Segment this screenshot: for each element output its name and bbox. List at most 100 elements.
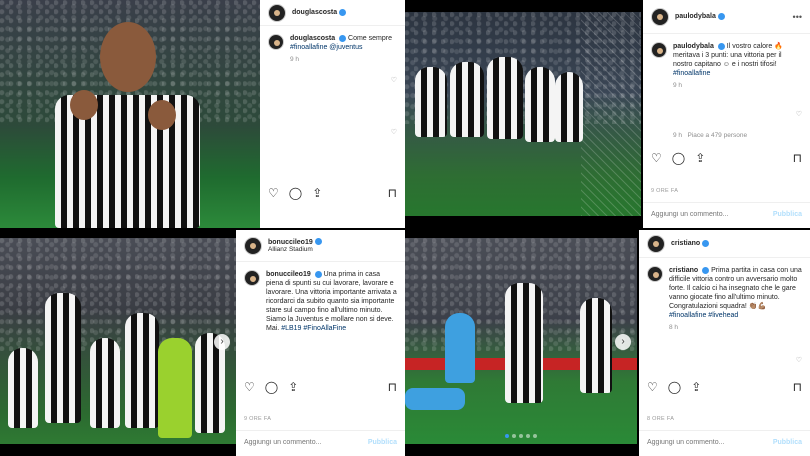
comment-box: Pubblica [236, 430, 405, 454]
verified-icon [339, 9, 347, 16]
carousel-dot [533, 434, 537, 438]
comment-like-heart-icon[interactable]: ♡ [391, 76, 397, 84]
opponent-figure [405, 388, 465, 410]
carousel-dot [505, 434, 509, 438]
verified-icon [702, 240, 710, 247]
avatar[interactable] [244, 270, 260, 286]
caption-tags[interactable]: #LB19 #FinoAllaFine [281, 325, 346, 332]
share-icon[interactable]: ⇪ [312, 186, 322, 200]
username[interactable]: douglascosta [292, 9, 337, 16]
comment-input[interactable] [244, 439, 368, 446]
publish-button[interactable]: Pubblica [773, 211, 802, 218]
caption-username[interactable]: douglascosta [290, 35, 335, 42]
caption: douglascosta Come sempre #finoallafine @… [290, 34, 392, 52]
verified-icon [717, 42, 725, 50]
comment-like-heart-icon[interactable]: ♡ [796, 356, 802, 364]
post-panel-douglascosta: douglascosta douglascosta Come sempre #f… [260, 0, 405, 228]
post-age: 9 ORE FA [244, 416, 272, 422]
opponent-figure [445, 313, 475, 383]
reply-likes[interactable]: Piace a 479 persone [687, 132, 747, 139]
carousel-next-icon[interactable]: › [615, 334, 631, 350]
carousel-dot [519, 434, 523, 438]
comment-input[interactable] [647, 439, 773, 446]
caption-tags[interactable]: #finoallafine #livehead [669, 312, 738, 319]
verified-icon [717, 13, 725, 20]
avatar[interactable] [647, 266, 663, 282]
more-icon[interactable]: ••• [793, 12, 802, 22]
post-header: cristiano [639, 230, 810, 258]
caption-tags[interactable]: #finoallafine [673, 70, 710, 77]
avatar[interactable] [268, 34, 284, 50]
share-icon[interactable]: ⇪ [288, 380, 298, 394]
caption-username[interactable]: cristiano [669, 267, 698, 274]
avatar[interactable] [268, 3, 286, 22]
avatar[interactable] [244, 236, 262, 255]
comment-icon[interactable]: ◯ [668, 380, 681, 394]
avatar[interactable] [647, 234, 665, 253]
post-photo-bonuccileo19[interactable]: › [0, 238, 236, 444]
caption-username[interactable]: bonuccileo19 [266, 271, 311, 278]
share-icon[interactable]: ⇪ [691, 380, 701, 394]
post-header: douglascosta [260, 0, 405, 26]
post-time: 9 h [673, 82, 683, 89]
comment-icon[interactable]: ◯ [265, 380, 278, 394]
post-photo-paulodybala[interactable] [405, 12, 641, 216]
action-bar: ♡ ◯ ⇪ ⊓ [244, 380, 397, 394]
goal-net [581, 12, 641, 216]
post-photo-douglascosta[interactable] [0, 0, 260, 228]
post-panel-cristiano: cristiano cristiano Prima partita in cas… [639, 230, 810, 456]
heart-icon[interactable]: ♡ [244, 380, 255, 394]
player-head [100, 22, 156, 92]
avatar[interactable] [651, 7, 669, 26]
username[interactable]: bonuccileo19 [268, 239, 313, 246]
bookmark-icon[interactable]: ⊓ [793, 151, 802, 165]
comment-like-heart-icon[interactable]: ♡ [391, 128, 397, 136]
caption-row: douglascosta Come sempre #finoallafine @… [260, 26, 405, 52]
avatar[interactable] [651, 42, 667, 58]
instagram-collage: douglascosta douglascosta Come sempre #f… [0, 0, 810, 456]
comment-like-heart-icon[interactable]: ♡ [796, 110, 802, 118]
comment-icon[interactable]: ◯ [672, 151, 685, 165]
player-figure [8, 348, 38, 428]
publish-button[interactable]: Pubblica [773, 439, 802, 446]
bookmark-icon[interactable]: ⊓ [793, 380, 802, 394]
verified-icon [314, 238, 322, 245]
post-panel-bonuccileo19: bonuccileo19 Allianz Stadium bonuccileo1… [236, 230, 405, 456]
caption: paulodybala Il vostro calore 🔥 meritava … [673, 42, 802, 78]
player-figure [580, 298, 612, 393]
caption-tags[interactable]: #finoallafine @juventus [290, 44, 363, 51]
player-figure [450, 62, 484, 137]
username[interactable]: cristiano [671, 240, 700, 247]
player-figure [505, 283, 543, 403]
post-photo-cristiano[interactable]: › [405, 238, 637, 444]
carousel-dots [505, 434, 537, 438]
caption-row: bonuccileo19 Una prima in casa piena di … [236, 262, 405, 333]
verified-icon [314, 270, 322, 278]
caption-row: cristiano Prima partita in casa con una … [639, 258, 810, 320]
action-bar: ♡ ◯ ⇪ ⊓ [268, 186, 397, 200]
bookmark-icon[interactable]: ⊓ [388, 380, 397, 394]
player-figure [525, 67, 555, 142]
heart-icon[interactable]: ♡ [651, 151, 662, 165]
post-age: 8 ORE FA [647, 416, 675, 422]
username[interactable]: paulodybala [675, 13, 716, 20]
share-icon[interactable]: ⇪ [695, 151, 705, 165]
heart-icon[interactable]: ♡ [268, 186, 279, 200]
comment-input[interactable] [651, 211, 773, 218]
heart-icon[interactable]: ♡ [647, 380, 658, 394]
location[interactable]: Allianz Stadium [268, 246, 313, 253]
verified-icon [339, 34, 347, 42]
caption-username[interactable]: paulodybala [673, 43, 714, 50]
bookmark-icon[interactable]: ⊓ [388, 186, 397, 200]
player-figure [555, 72, 583, 142]
publish-button[interactable]: Pubblica [368, 439, 397, 446]
post-header: bonuccileo19 Allianz Stadium [236, 230, 405, 262]
player-figure [45, 293, 81, 423]
carousel-next-icon[interactable]: › [214, 334, 230, 350]
header-text: bonuccileo19 Allianz Stadium [262, 239, 313, 253]
comment-box: Pubblica [639, 430, 810, 454]
comment-icon[interactable]: ◯ [289, 186, 302, 200]
caption-text: Come sempre [348, 35, 392, 42]
verified-icon [702, 266, 710, 274]
post-age: 9 ORE FA [651, 188, 679, 194]
